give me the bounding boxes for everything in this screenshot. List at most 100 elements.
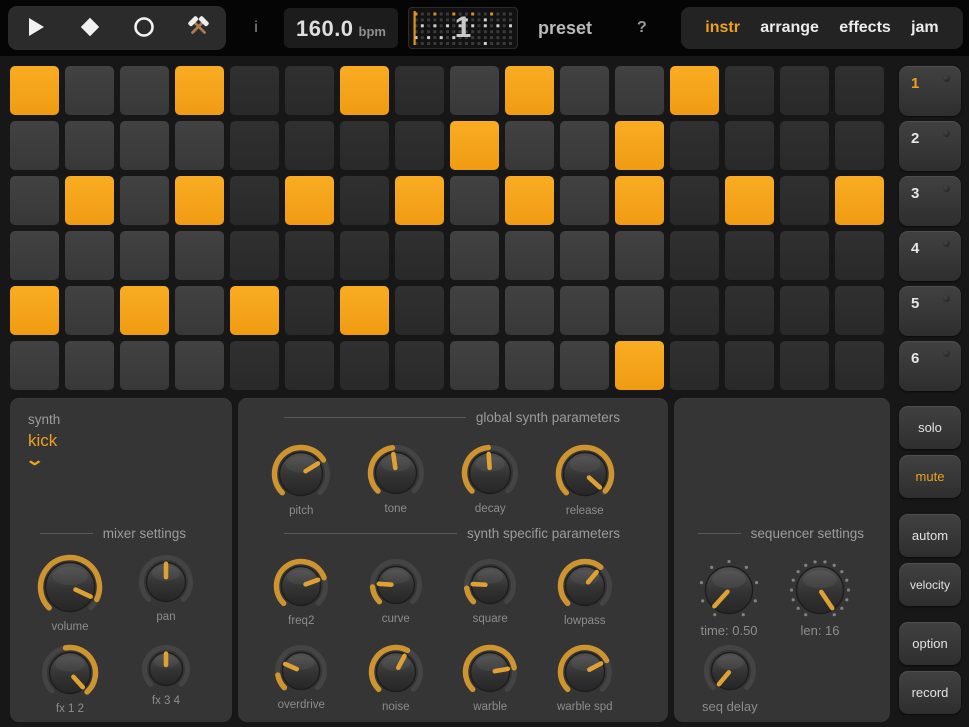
info-button[interactable]: i (244, 0, 268, 56)
knob-freq2[interactable] (273, 558, 329, 614)
step-cell-r6-c9[interactable] (450, 341, 499, 390)
track-button-2[interactable]: 2 (899, 121, 961, 171)
step-cell-r4-c3[interactable] (120, 231, 169, 280)
step-cell-r1-c6[interactable] (285, 66, 334, 115)
knob-overdrive[interactable] (274, 644, 328, 698)
velocity-button[interactable]: velocity (899, 563, 961, 606)
knob-seq_delay[interactable] (703, 644, 757, 698)
knob-release[interactable] (555, 444, 615, 504)
step-cell-r2-c2[interactable] (65, 121, 114, 170)
step-cell-r1-c2[interactable] (65, 66, 114, 115)
step-cell-r1-c5[interactable] (230, 66, 279, 115)
step-cell-r3-c2[interactable] (65, 176, 114, 225)
step-cell-r3-c12[interactable] (615, 176, 664, 225)
step-cell-r6-c4[interactable] (175, 341, 224, 390)
step-cell-r5-c2[interactable] (65, 286, 114, 335)
knob-len[interactable] (788, 558, 852, 622)
step-cell-r1-c9[interactable] (450, 66, 499, 115)
step-cell-r3-c14[interactable] (725, 176, 774, 225)
step-cell-r4-c2[interactable] (65, 231, 114, 280)
step-cell-r5-c1[interactable] (10, 286, 59, 335)
step-cell-r3-c16[interactable] (835, 176, 884, 225)
step-cell-r6-c6[interactable] (285, 341, 334, 390)
step-cell-r3-c11[interactable] (560, 176, 609, 225)
track-button-6[interactable]: 6 (899, 341, 961, 391)
step-cell-r4-c10[interactable] (505, 231, 554, 280)
step-cell-r2-c9[interactable] (450, 121, 499, 170)
step-cell-r2-c13[interactable] (670, 121, 719, 170)
knob-tone[interactable] (367, 444, 425, 502)
chevron-down-icon[interactable]: ⌄ (25, 450, 45, 470)
step-cell-r1-c15[interactable] (780, 66, 829, 115)
step-cell-r5-c3[interactable] (120, 286, 169, 335)
knob-lowpass[interactable] (557, 558, 613, 614)
step-cell-r3-c8[interactable] (395, 176, 444, 225)
step-cell-r3-c5[interactable] (230, 176, 279, 225)
step-cell-r1-c11[interactable] (560, 66, 609, 115)
step-cell-r6-c1[interactable] (10, 341, 59, 390)
knob-square[interactable] (463, 558, 517, 612)
step-cell-r3-c15[interactable] (780, 176, 829, 225)
step-cell-r4-c9[interactable] (450, 231, 499, 280)
step-cell-r5-c9[interactable] (450, 286, 499, 335)
knob-fx12[interactable] (41, 644, 99, 702)
step-cell-r1-c10[interactable] (505, 66, 554, 115)
step-cell-r5-c14[interactable] (725, 286, 774, 335)
step-cell-r1-c13[interactable] (670, 66, 719, 115)
step-cell-r5-c12[interactable] (615, 286, 664, 335)
knob-decay[interactable] (461, 444, 519, 502)
step-cell-r4-c1[interactable] (10, 231, 59, 280)
preset-button[interactable]: preset (538, 0, 592, 56)
step-cell-r5-c10[interactable] (505, 286, 554, 335)
step-cell-r4-c15[interactable] (780, 231, 829, 280)
knob-noise[interactable] (368, 644, 424, 700)
help-button[interactable]: ? (637, 0, 647, 56)
solo-button[interactable]: solo (899, 406, 961, 449)
step-cell-r6-c16[interactable] (835, 341, 884, 390)
step-cell-r5-c13[interactable] (670, 286, 719, 335)
step-cell-r6-c10[interactable] (505, 341, 554, 390)
step-cell-r5-c4[interactable] (175, 286, 224, 335)
step-cell-r1-c3[interactable] (120, 66, 169, 115)
step-cell-r3-c10[interactable] (505, 176, 554, 225)
step-cell-r1-c14[interactable] (725, 66, 774, 115)
step-cell-r4-c7[interactable] (340, 231, 389, 280)
knob-pitch[interactable] (271, 444, 331, 504)
step-cell-r2-c4[interactable] (175, 121, 224, 170)
step-cell-r2-c16[interactable] (835, 121, 884, 170)
track-button-3[interactable]: 3 (899, 176, 961, 226)
mute-button[interactable]: mute (899, 455, 961, 498)
step-cell-r2-c7[interactable] (340, 121, 389, 170)
step-cell-r4-c8[interactable] (395, 231, 444, 280)
step-cell-r4-c6[interactable] (285, 231, 334, 280)
step-cell-r5-c8[interactable] (395, 286, 444, 335)
step-cell-r1-c16[interactable] (835, 66, 884, 115)
tools-button[interactable] (179, 8, 219, 48)
step-cell-r6-c8[interactable] (395, 341, 444, 390)
knob-time[interactable] (697, 558, 761, 622)
step-cell-r3-c3[interactable] (120, 176, 169, 225)
autom-button[interactable]: autom (899, 514, 961, 557)
record-button[interactable] (124, 8, 164, 48)
knob-fx34[interactable] (141, 644, 191, 694)
knob-warble_spd[interactable] (557, 644, 613, 700)
step-cell-r4-c14[interactable] (725, 231, 774, 280)
step-cell-r4-c13[interactable] (670, 231, 719, 280)
step-cell-r6-c13[interactable] (670, 341, 719, 390)
step-cell-r2-c10[interactable] (505, 121, 554, 170)
step-cell-r2-c3[interactable] (120, 121, 169, 170)
step-cell-r2-c12[interactable] (615, 121, 664, 170)
step-cell-r6-c15[interactable] (780, 341, 829, 390)
tab-effects[interactable]: effects (837, 15, 893, 41)
step-cell-r6-c5[interactable] (230, 341, 279, 390)
step-cell-r3-c9[interactable] (450, 176, 499, 225)
record-button[interactable]: record (899, 671, 961, 714)
step-cell-r5-c5[interactable] (230, 286, 279, 335)
knob-volume[interactable] (37, 554, 103, 620)
step-cell-r1-c1[interactable] (10, 66, 59, 115)
step-cell-r3-c7[interactable] (340, 176, 389, 225)
step-cell-r3-c6[interactable] (285, 176, 334, 225)
step-cell-r1-c8[interactable] (395, 66, 444, 115)
step-cell-r5-c15[interactable] (780, 286, 829, 335)
synth-selector-value[interactable]: kick (28, 431, 57, 451)
